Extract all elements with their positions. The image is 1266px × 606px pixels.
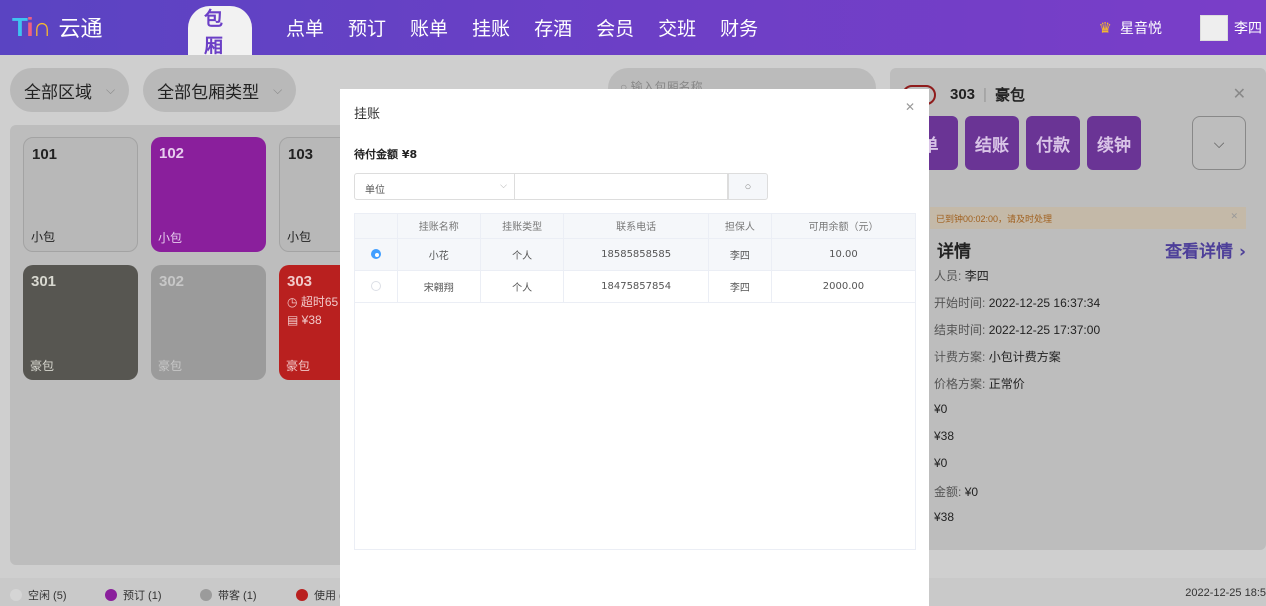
- cell-phone: 18585858585: [563, 238, 709, 271]
- top-navbar: Ti∩ 云通 包厢 点单 预订 账单 挂账 存酒 会员 交班 财务 ♛ 星音悦 …: [0, 0, 1266, 57]
- credit-dialog: 挂账 ✕ 待付金额 ¥8 单位 ⌵ ○ 挂账名称 挂账类型 联系电话 担保人 可…: [340, 89, 929, 606]
- filter-bar: 全部区域 ⌵ 全部包厢类型 ⌵: [10, 68, 297, 112]
- dialog-title: 挂账: [354, 107, 381, 122]
- row-radio[interactable]: [355, 270, 398, 303]
- pay-button[interactable]: 付款: [1026, 116, 1080, 170]
- cell-name: 宋翱翔: [397, 270, 481, 303]
- detail-row: 开始时间: 2022-12-25 16:37:34: [934, 296, 1101, 310]
- tab-credit[interactable]: 挂账: [460, 0, 522, 55]
- checkout-button[interactable]: 结账: [965, 116, 1019, 170]
- table-header-row: 挂账名称 挂账类型 联系电话 担保人 可用余额（元）: [355, 214, 915, 239]
- table-row[interactable]: 宋翱翔 个人 18475857854 李四 2000.00: [355, 270, 915, 303]
- legend-item: 使用 (: [296, 587, 343, 603]
- main-nav: 包厢 点单 预订 账单 挂账 存酒 会员 交班 财务: [188, 0, 770, 57]
- chevron-down-icon: ⌵: [1213, 134, 1225, 151]
- detail-row: 结束时间: 2022-12-25 17:37:00: [934, 323, 1101, 337]
- legend-item: 带客 (1): [200, 587, 257, 603]
- detail-title: 详情: [937, 242, 971, 262]
- tab-order[interactable]: 点单: [274, 0, 336, 55]
- close-icon[interactable]: ✕: [905, 100, 915, 114]
- tab-members[interactable]: 会员: [584, 0, 646, 55]
- user-name[interactable]: 李四: [1234, 18, 1262, 38]
- tab-reserve[interactable]: 预订: [336, 0, 398, 55]
- clock-icon: ◷: [287, 295, 301, 309]
- room-type-filter[interactable]: 全部包厢类型 ⌵: [143, 68, 297, 112]
- cell-type: 个人: [480, 270, 565, 303]
- amount-due: 待付金额 ¥8: [354, 148, 418, 161]
- shop-name[interactable]: 星音悦: [1120, 18, 1162, 38]
- cell-balance: 2000.00: [771, 270, 915, 303]
- detail-row: ¥38: [934, 429, 955, 443]
- cell-guarantor: 李四: [708, 270, 772, 303]
- credit-table: 挂账名称 挂账类型 联系电话 担保人 可用余额（元） 小花 个人 1858585…: [354, 213, 916, 550]
- cell-name: 小花: [397, 238, 481, 271]
- column-header: 联系电话: [563, 214, 709, 239]
- bill-icon: ▤: [287, 313, 302, 327]
- user-area: ♛ 星音悦 李四: [1099, 0, 1266, 55]
- search-icon: ○: [744, 180, 752, 193]
- app-logo: Ti∩ 云通: [12, 11, 103, 43]
- column-header: 担保人: [708, 214, 772, 239]
- detail-row: 人员: 李四: [934, 269, 989, 283]
- tab-shift[interactable]: 交班: [646, 0, 708, 55]
- room-card[interactable]: 302 豪包: [151, 265, 266, 380]
- tab-rooms[interactable]: 包厢: [188, 6, 252, 57]
- room-detail-panel: 303 | 豪包 ✕ 单 结账 付款 续钟 ⌵ 已到钟00:02:00，请及时处理 ✕…: [890, 68, 1266, 550]
- chevron-down-icon: ⌵: [500, 181, 507, 191]
- cell-type: 个人: [480, 238, 565, 271]
- legend-item: 预订 (1): [105, 587, 162, 603]
- close-icon[interactable]: ✕: [1230, 211, 1238, 222]
- detail-row: 金额: ¥0: [934, 485, 979, 499]
- credit-search-input[interactable]: [515, 173, 728, 200]
- extend-button[interactable]: 续钟: [1087, 116, 1141, 170]
- overtime-notice: 已到钟00:02:00，请及时处理 ✕: [930, 207, 1246, 229]
- search-button[interactable]: ○: [728, 173, 768, 200]
- detail-row: ¥38: [934, 510, 955, 524]
- close-icon[interactable]: ✕: [1233, 84, 1246, 104]
- detail-row: ¥0: [934, 456, 948, 470]
- select-column-header: [355, 214, 398, 239]
- view-detail-link[interactable]: 查看详情 ›: [1165, 237, 1246, 262]
- cell-phone: 18475857854: [563, 270, 709, 303]
- room-card[interactable]: 101 小包: [23, 137, 138, 252]
- cell-balance: 10.00: [771, 238, 915, 271]
- current-time: 2022-12-25 18:5: [1185, 587, 1266, 599]
- cell-guarantor: 李四: [708, 238, 772, 271]
- radio-checked[interactable]: [370, 248, 381, 259]
- unit-select[interactable]: 单位 ⌵: [354, 173, 515, 200]
- detail-row: 价格方案: 正常价: [934, 377, 1025, 391]
- column-header: 可用余额（元）: [771, 214, 915, 239]
- tab-bills[interactable]: 账单: [398, 0, 460, 55]
- room-card[interactable]: 301 豪包: [23, 265, 138, 380]
- room-card[interactable]: 102 小包: [151, 137, 266, 252]
- avatar[interactable]: [1200, 14, 1228, 41]
- more-button[interactable]: ⌵: [1192, 116, 1246, 170]
- detail-row: 计费方案: 小包计费方案: [934, 350, 1061, 364]
- area-filter[interactable]: 全部区域 ⌵: [10, 68, 130, 112]
- tab-finance[interactable]: 财务: [708, 0, 770, 55]
- table-row[interactable]: 小花 个人 18585858585 李四 10.00: [355, 238, 915, 271]
- tab-wine-storage[interactable]: 存酒: [522, 0, 584, 55]
- row-radio[interactable]: [355, 238, 398, 271]
- detail-row: ¥0: [934, 402, 948, 416]
- chevron-down-icon: ⌵: [273, 82, 283, 97]
- brand-name: 云通: [58, 17, 103, 42]
- column-header: 挂账名称: [397, 214, 481, 239]
- logo-mark: Ti∩: [12, 11, 51, 42]
- column-header: 挂账类型: [480, 214, 565, 239]
- legend-item: 空闲 (5): [10, 587, 67, 603]
- crown-icon: ♛: [1098, 19, 1112, 37]
- chevron-down-icon: ⌵: [106, 82, 116, 97]
- radio-unchecked[interactable]: [370, 280, 381, 291]
